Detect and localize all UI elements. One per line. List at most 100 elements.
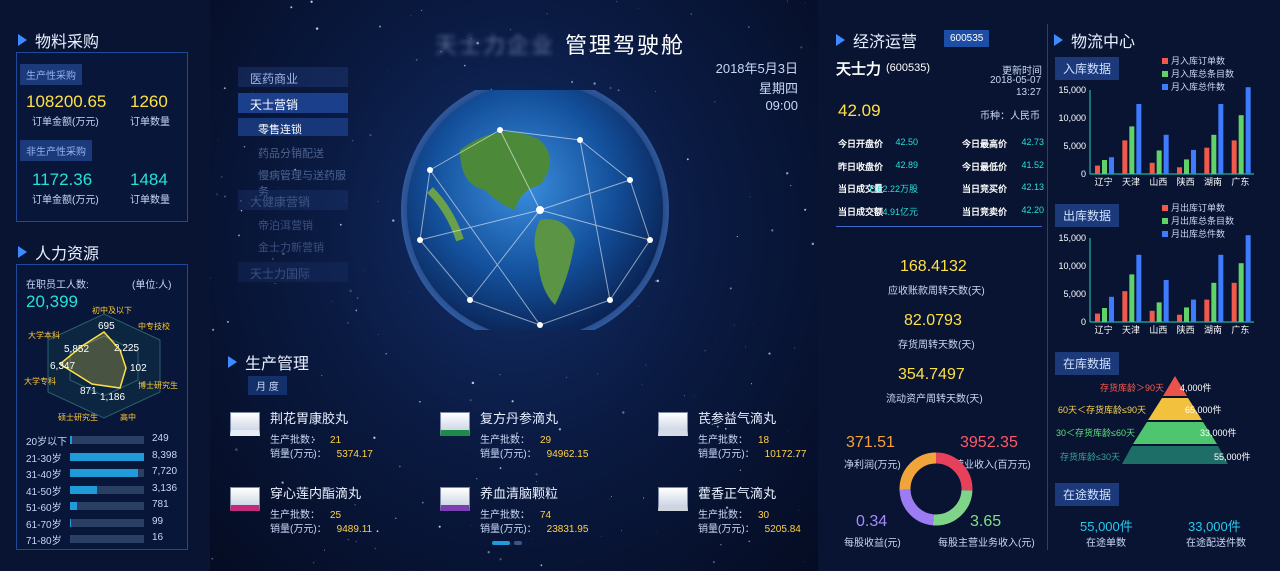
menu-item-marketing[interactable]: 天士营销 — [238, 93, 348, 113]
star — [686, 158, 689, 161]
age-bar-track — [70, 502, 144, 510]
inventory-turnover-label: 存货周转天数(天) — [898, 340, 975, 351]
y-tick-label: 10,000 — [1058, 261, 1086, 271]
star — [749, 196, 751, 198]
drug-card[interactable]: 穿心莲内酯滴丸 生产批数： 25 销量(万元)： 9489.11 — [230, 483, 420, 543]
star — [487, 551, 490, 554]
outbound-tag: 出库数据 — [1055, 204, 1120, 227]
production-count: 1260 — [130, 92, 168, 111]
drug-card[interactable]: 藿香正气滴丸 生产批数： 30 销量(万元)： 5205.84 — [658, 483, 818, 543]
hr-title: 人力资源 — [18, 240, 99, 264]
star — [540, 564, 543, 567]
star — [729, 287, 732, 290]
age-bar-label: 51-60岁 — [26, 503, 62, 514]
x-tick-label: 辽宁 — [1095, 324, 1113, 335]
menu-item-health[interactable]: 大健康营销 — [238, 190, 348, 210]
star — [471, 381, 475, 385]
menu-item-chronic-care[interactable]: 慢病管理与送药服务 — [238, 164, 368, 198]
menu-item-distribution[interactable]: 药品分销配送 — [238, 142, 368, 162]
age-bar-label: 41-50岁 — [26, 486, 62, 498]
star — [803, 561, 805, 563]
menu-item-jinshili[interactable]: 金士力新营销 — [238, 236, 348, 256]
economy-title: 经济运营 — [836, 28, 917, 52]
eps-label: 每股收益(元) — [844, 538, 901, 549]
currency: 币种：人民币 — [980, 111, 1040, 122]
bar — [1211, 134, 1217, 174]
time: 09:00 — [765, 98, 798, 113]
age-bar-track — [70, 452, 144, 461]
bar — [1149, 162, 1155, 174]
period-tag[interactable]: 月 度 — [248, 376, 287, 395]
age-bar-fill — [70, 452, 144, 461]
radar-label: 硕士研究生 — [58, 412, 98, 422]
nonproduction-procurement-tag: 非生产性采购 — [20, 140, 92, 161]
star — [415, 58, 418, 61]
outbound-chart: 15,000 10,000 5,000 0 辽宁 天津 山西 陕西 湖南 广东 — [1058, 233, 1254, 335]
star — [312, 562, 315, 564]
star — [212, 328, 215, 331]
drug-card[interactable]: 复方丹参滴丸 生产批数： 29 销量(万元)： 94962.15 — [440, 408, 630, 468]
star — [546, 13, 548, 15]
nonproduction-amount: 1172.36 — [32, 170, 93, 189]
age-bar-value: 3,136 — [152, 482, 178, 494]
pager-dot[interactable] — [514, 541, 522, 545]
drug-box-icon — [658, 412, 688, 436]
age-bar-track — [70, 535, 144, 543]
menu-item-international[interactable]: 天士力国际 — [238, 262, 348, 282]
star — [278, 187, 279, 188]
star — [693, 395, 695, 396]
pager-dot-active[interactable] — [492, 541, 510, 545]
bar — [1136, 254, 1142, 322]
transit-items-value: 33,000件 — [1188, 519, 1241, 534]
star — [609, 87, 612, 89]
star — [310, 0, 313, 3]
drug-box-icon — [440, 487, 470, 511]
star — [596, 373, 598, 375]
bar — [1136, 104, 1142, 174]
drug-card[interactable]: 荆花胃康胶丸 生产批数： 21 销量(万元)： 5374.17 — [230, 408, 420, 468]
star — [697, 235, 699, 236]
bar — [1095, 165, 1100, 174]
menu-item-retail[interactable]: 零售连锁 — [238, 118, 348, 136]
drug-name: 复方丹参滴丸 — [480, 411, 559, 426]
age-bar-value: 16 — [152, 532, 164, 543]
page-title: 管理驾驶舱 — [565, 33, 686, 58]
y-tick-label: 10,000 — [1058, 113, 1086, 123]
stock-label-under30: 存货库龄≤30天 — [1060, 452, 1120, 462]
production-amount-label: 订单金额(万元) — [32, 117, 99, 128]
company-name: 天士力 — [836, 61, 882, 78]
star — [240, 209, 243, 212]
star — [499, 373, 501, 376]
quote-value: 42.50 — [895, 137, 918, 147]
age-bar-fill — [70, 502, 77, 510]
menu-item-pharma[interactable]: 医药商业 — [238, 67, 348, 87]
arrow-icon — [18, 34, 27, 46]
star — [768, 352, 771, 355]
star — [641, 384, 643, 386]
bar — [1156, 302, 1162, 322]
age-bar-value: 781 — [152, 499, 169, 510]
x-tick-label: 湖南 — [1204, 176, 1222, 187]
radar-label: 初中及以下 — [92, 305, 132, 315]
x-tick-label: 天津 — [1122, 325, 1140, 335]
menu-item-dipu[interactable]: 帝泊洱营销 — [238, 214, 348, 234]
drug-card[interactable]: 芪参益气滴丸 生产批数： 18 销量(万元)： 10172.77 — [658, 408, 818, 468]
x-tick-label: 湖南 — [1204, 324, 1222, 335]
x-tick-label: 广东 — [1231, 324, 1249, 335]
star — [421, 501, 424, 504]
bar — [1163, 134, 1169, 174]
star — [787, 0, 789, 2]
star — [571, 80, 574, 83]
nonproduction-count: 1484 — [130, 170, 168, 189]
stock-value-30-60: 33,000件 — [1200, 428, 1237, 438]
bar — [1109, 296, 1114, 322]
stock-label-60-90: 60天＜存货库龄≤90天 — [1058, 405, 1146, 415]
transit-items-label: 在途配送件数 — [1186, 538, 1246, 549]
y-tick-label: 5,000 — [1063, 289, 1086, 299]
star — [315, 27, 319, 30]
production-procurement-tag: 生产性采购 — [20, 64, 82, 85]
eps-value: 0.34 — [856, 513, 888, 530]
drug-card[interactable]: 养血清脑颗粒 生产批数： 74 销量(万元)： 23831.95 — [440, 483, 630, 543]
y-tick-label: 5,000 — [1063, 141, 1086, 151]
arrow-icon — [836, 34, 845, 46]
